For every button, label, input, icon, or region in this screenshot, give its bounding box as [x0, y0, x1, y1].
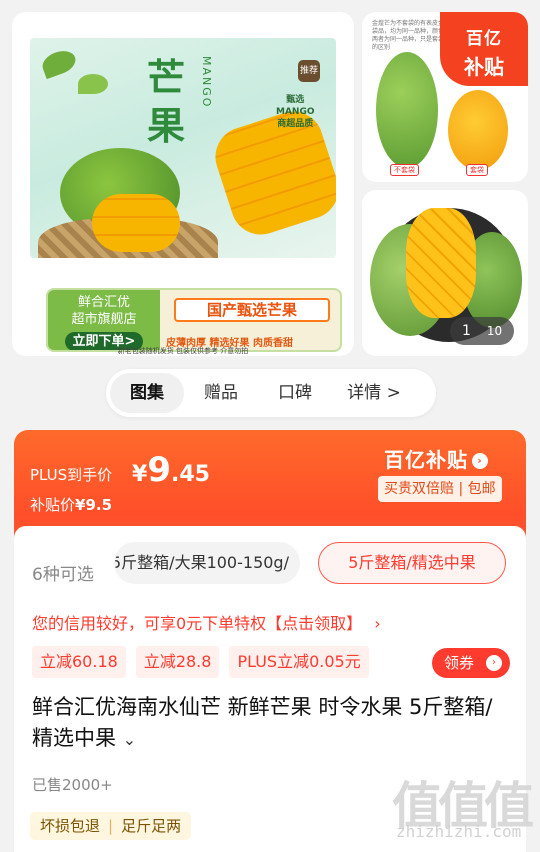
coupon-chip[interactable]: 立减60.18: [32, 646, 126, 678]
sold-count: 已售2000+: [32, 776, 113, 794]
pager-current: 1: [462, 323, 471, 339]
main-product-image[interactable]: 芒果 MANGO 推荐 甄选 MANGO 商超品质 鲜合汇优 超市旗舰店 立即下…: [12, 12, 354, 356]
cut-mango-illustration: [207, 103, 336, 243]
tab-reviews[interactable]: 口碑: [258, 373, 332, 413]
get-coupon-button[interactable]: 领券 ›: [432, 648, 510, 678]
recommend-seal: 推荐: [298, 60, 320, 82]
option-large-fruit[interactable]: 5斤整箱/大果100-150g/: [114, 542, 300, 584]
subsidy-price: 补贴价¥9.5: [30, 494, 112, 515]
chevron-down-icon[interactable]: ⌄: [123, 730, 136, 749]
credit-offer-link[interactable]: 您的信用较好，可享0元下单特权【点击领取】 ›: [32, 610, 381, 634]
store-block: 鲜合汇优 超市旗舰店 立即下单>: [48, 290, 160, 350]
perks-badge: 买贵双倍赔 | 包邮: [378, 476, 502, 502]
quality-label-line: MANGO: [276, 107, 315, 117]
section-tabs: 图集 赠品 口碑 详情 >: [106, 369, 436, 417]
domestic-label: 国产甄选芒果: [174, 298, 330, 322]
tab-gallery[interactable]: 图集: [110, 373, 184, 413]
plus-price: ¥9.45: [132, 450, 210, 490]
subsidy-brand-link[interactable]: 百亿补贴 ›: [384, 444, 488, 473]
chevron-right-icon: ›: [486, 655, 502, 671]
image-gallery[interactable]: 芒果 MANGO 推荐 甄选 MANGO 商超品质 鲜合汇优 超市旗舰店 立即下…: [0, 0, 540, 360]
poster-title: 芒果: [146, 55, 185, 148]
divider: |: [108, 817, 114, 835]
option-medium-fruit[interactable]: 5斤整箱/精选中果: [318, 542, 506, 584]
chevron-right-icon: ›: [472, 453, 488, 469]
coupon-chip[interactable]: 立减28.8: [135, 646, 220, 678]
leaf-decoration: [78, 74, 108, 94]
label-bagged: 套袋: [466, 164, 488, 176]
quality-label-line: 商超品质: [277, 119, 314, 129]
chevron-right-icon: ›: [374, 614, 381, 633]
packaging-note: 新老包装随机发货 包装仅供参考 介意勿拍: [117, 347, 249, 355]
yellow-mango-illustration: [448, 90, 508, 170]
option-count[interactable]: 6种可选: [32, 560, 94, 585]
store-type: 超市旗舰店: [71, 312, 137, 327]
tab-details[interactable]: 详情 >: [332, 373, 416, 413]
pager-total: 10: [486, 324, 503, 338]
cut-mango-illustration: [92, 194, 180, 252]
label-unbagged: 不套袋: [390, 164, 419, 176]
coupon-list: 立减60.18 立减28.8 PLUS立减0.05元: [32, 646, 369, 678]
get-coupon-label: 领券: [444, 654, 475, 672]
subsidy-price-value: ¥9.5: [75, 496, 113, 514]
poster-subtitle: MANGO: [200, 56, 213, 109]
guarantee-full-weight: 足斤足两: [121, 817, 182, 835]
subsidy-badge: 百亿 补贴: [440, 12, 528, 86]
quality-label-line: 甄选: [286, 95, 305, 105]
image-pager: 1 10: [450, 317, 514, 345]
subsidy-badge-line-2: 补贴: [464, 55, 504, 79]
quality-label: 甄选 MANGO 商超品质: [276, 94, 315, 130]
credit-offer-text: 您的信用较好，可享0元下单特权【点击领取】: [32, 614, 363, 633]
subsidy-badge-line-1: 百亿: [466, 29, 502, 49]
subsidy-brand-text: 百亿补贴: [384, 448, 468, 472]
leaf-decoration: [39, 46, 79, 80]
product-title[interactable]: 鲜合汇优海南水仙芒 新鲜芒果 时令水果 5斤整箱/精选中果 ⌄: [32, 692, 512, 755]
subsidy-price-label: 补贴价: [30, 496, 76, 514]
watermark-url: zhizhizhi.com: [396, 822, 522, 841]
guarantee-badges[interactable]: 坏损包退 | 足斤足两: [30, 812, 192, 840]
tab-gifts[interactable]: 赠品: [184, 373, 258, 413]
currency-symbol: ¥: [132, 462, 148, 487]
price-decimal: .45: [170, 462, 210, 487]
thumbnail-plate[interactable]: 1 10: [362, 190, 528, 356]
thumbnail-comparison[interactable]: 金煌芒为不套袋的有表皮金煌芒为套袋品，均为同一品种，颜色有差异，两者为同一品种，…: [362, 12, 528, 182]
coupon-chip[interactable]: PLUS立减0.05元: [229, 646, 369, 678]
cubed-mango-illustration: [406, 208, 476, 318]
green-mango-illustration: [376, 52, 438, 168]
guarantee-damage-refund: 坏损包退: [40, 817, 101, 835]
store-name: 鲜合汇优: [77, 295, 130, 310]
product-page: 芒果 MANGO 推荐 甄选 MANGO 商超品质 鲜合汇优 超市旗舰店 立即下…: [0, 0, 540, 852]
plus-price-label: PLUS到手价: [30, 466, 113, 484]
price-integer: 9: [147, 450, 171, 490]
mango-poster: 芒果 MANGO 推荐 甄选 MANGO 商超品质: [30, 38, 336, 258]
store-banner: 鲜合汇优 超市旗舰店 立即下单> 国产甄选芒果 皮薄肉厚 精选好果 肉质香甜: [46, 288, 342, 352]
product-title-text: 鲜合汇优海南水仙芒 新鲜芒果 时令水果 5斤整箱/精选中果: [32, 695, 493, 750]
